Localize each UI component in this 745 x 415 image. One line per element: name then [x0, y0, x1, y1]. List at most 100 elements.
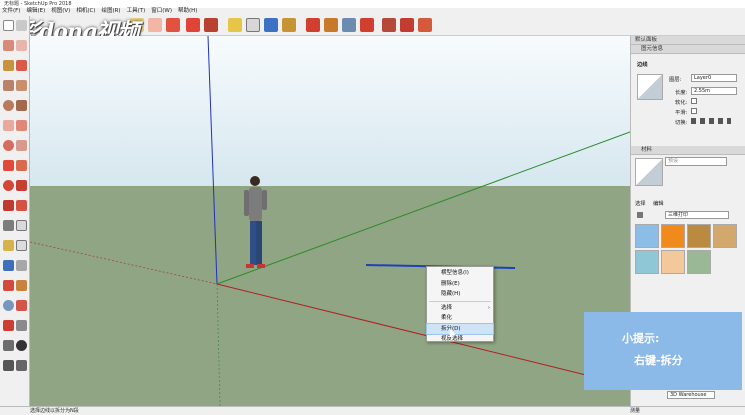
material-swatch[interactable] — [661, 224, 685, 248]
context-item-select[interactable]: 选择 › — [427, 303, 493, 314]
section-plane-icon[interactable] — [16, 360, 27, 371]
move-tool-icon[interactable] — [3, 160, 14, 171]
material-swatch[interactable] — [713, 224, 737, 248]
protractor-icon[interactable] — [3, 240, 14, 251]
menu-window[interactable]: 窗口(W) — [151, 7, 172, 16]
orbit-icon[interactable] — [306, 18, 320, 32]
pie-icon[interactable] — [3, 140, 14, 151]
soft-label: 软化: — [675, 100, 688, 106]
layer-select[interactable]: Layer0 — [691, 74, 737, 82]
entity-preview — [637, 74, 663, 100]
context-item-zoom-selection[interactable]: 视反选择 — [427, 334, 493, 345]
offset-icon[interactable] — [16, 200, 27, 211]
material-swatch[interactable] — [687, 224, 711, 248]
two-point-arc-icon[interactable] — [16, 120, 27, 131]
drawing-viewport[interactable] — [30, 36, 630, 406]
pan-icon[interactable] — [324, 18, 338, 32]
component-icon[interactable] — [16, 20, 27, 31]
walk-icon[interactable] — [3, 360, 14, 371]
context-menu: 横型信息(I) 删除(E) 隐藏(H) 选择 › 柔化 拆分(D) 视反选择 — [426, 266, 494, 342]
context-item-select-label: 选择 — [441, 304, 453, 311]
scene-geometry — [30, 36, 630, 406]
submenu-arrow-icon: › — [488, 304, 490, 311]
material-name-field[interactable]: 预设 — [665, 157, 727, 166]
rectangle-icon[interactable] — [3, 80, 14, 91]
blue-axis — [207, 36, 218, 285]
layer-label: 图层: — [669, 77, 682, 83]
dimension-icon[interactable] — [16, 220, 27, 231]
entity-type: 边线 — [637, 62, 648, 68]
scale-icon[interactable] — [204, 18, 218, 32]
tab-select[interactable]: 选择 — [635, 199, 646, 207]
tab-edit[interactable]: 编辑 — [653, 199, 664, 207]
tip-box: 小提示: 右键-拆分 — [584, 312, 742, 390]
undo-icon[interactable] — [148, 18, 162, 32]
context-item-hide[interactable]: 隐藏(H) — [427, 289, 493, 300]
warehouse-field[interactable]: 3D Warehouse — [667, 391, 715, 399]
status-text: 选择边线以拆分为N段 — [30, 408, 79, 414]
orbit-tool-icon[interactable] — [3, 280, 14, 291]
zoom-extents-icon[interactable] — [360, 18, 374, 32]
three-point-arc-icon[interactable] — [16, 140, 27, 151]
3d-text-icon[interactable] — [16, 260, 27, 271]
select-arrow-icon[interactable] — [3, 20, 14, 31]
move-icon[interactable] — [186, 18, 200, 32]
layout-icon[interactable] — [418, 18, 432, 32]
context-item-soften[interactable]: 柔化 — [427, 313, 493, 324]
tape-icon[interactable] — [3, 220, 14, 231]
axes-tool-icon[interactable] — [3, 260, 14, 271]
rotated-rect-icon[interactable] — [16, 80, 27, 91]
tray-title: 默认面板 — [631, 36, 745, 45]
materials-header[interactable]: 材料 — [631, 146, 745, 155]
position-camera-icon[interactable] — [3, 340, 14, 351]
material-swatch[interactable] — [687, 250, 711, 274]
collection-select[interactable]: 三维打印 — [665, 211, 729, 219]
context-item-divide[interactable]: 拆分(D) — [426, 322, 494, 335]
soft-checkbox[interactable] — [691, 98, 697, 104]
axes-icon[interactable] — [264, 18, 278, 32]
green-axis-positive — [216, 131, 630, 285]
material-preview — [635, 158, 663, 186]
menu-help[interactable]: 帮助(H) — [178, 7, 197, 16]
tip-body: 右键-拆分 — [634, 354, 683, 367]
zoom-tool-icon[interactable] — [3, 300, 14, 311]
tape-measure-icon[interactable] — [228, 18, 242, 32]
paint-icon[interactable] — [16, 40, 27, 51]
text-icon[interactable] — [246, 18, 260, 32]
push-pull-icon[interactable] — [16, 160, 27, 171]
material-swatch[interactable] — [661, 250, 685, 274]
line-icon[interactable] — [3, 60, 14, 71]
circle-icon[interactable] — [3, 100, 14, 111]
paint-bucket-icon[interactable] — [282, 18, 296, 32]
material-swatch[interactable] — [635, 224, 659, 248]
pan-tool-icon[interactable] — [16, 280, 27, 291]
home-icon[interactable] — [637, 212, 643, 218]
previous-view-icon[interactable] — [16, 320, 27, 331]
redo-icon[interactable] — [166, 18, 180, 32]
extension-icon[interactable] — [400, 18, 414, 32]
tip-title: 小提示: — [622, 332, 660, 345]
polygon-icon[interactable] — [16, 100, 27, 111]
follow-me-icon[interactable] — [16, 180, 27, 191]
shadow-toggle-icons[interactable] — [691, 118, 731, 124]
warehouse-icon[interactable] — [382, 18, 396, 32]
context-item-entity-info[interactable]: 横型信息(I) — [427, 268, 493, 279]
length-input[interactable]: 2.55m — [691, 87, 737, 95]
zoom-window-icon[interactable] — [16, 300, 27, 311]
smooth-label: 平滑: — [675, 110, 688, 116]
zoom-icon[interactable] — [342, 18, 356, 32]
smooth-checkbox[interactable] — [691, 108, 697, 114]
freehand-icon[interactable] — [16, 60, 27, 71]
eraser-icon[interactable] — [3, 40, 14, 51]
material-swatch[interactable] — [635, 250, 659, 274]
look-around-icon[interactable] — [16, 340, 27, 351]
arc-icon[interactable] — [3, 120, 14, 131]
scale-tool-icon[interactable] — [3, 200, 14, 211]
green-axis-negative — [216, 283, 221, 406]
zoom-extents-tool-icon[interactable] — [3, 320, 14, 331]
context-item-erase[interactable]: 删除(E) — [427, 279, 493, 290]
entity-info-header[interactable]: 图元信息 — [631, 45, 745, 54]
rotate-icon[interactable] — [3, 180, 14, 191]
text-label-icon[interactable] — [16, 240, 27, 251]
red-axis-negative — [30, 241, 218, 285]
